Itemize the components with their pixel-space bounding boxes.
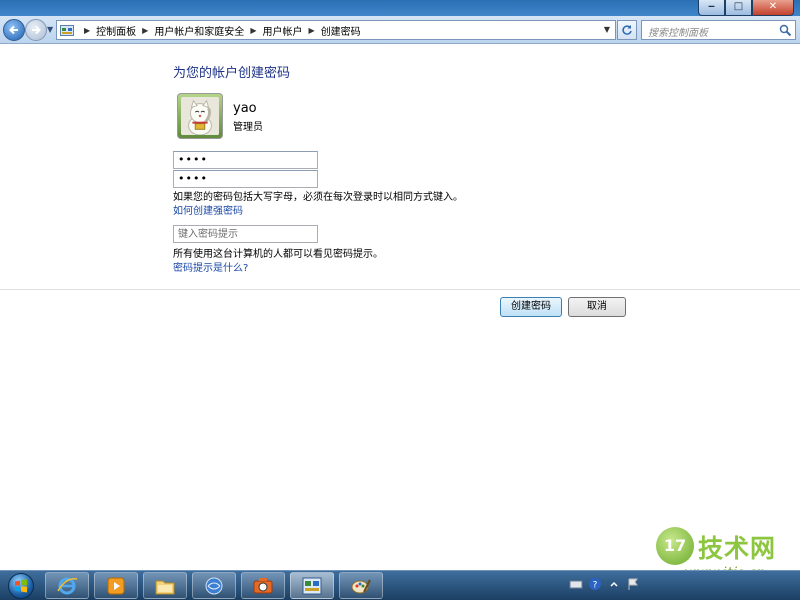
taskbar-network[interactable]: [192, 572, 236, 599]
taskbar-paint[interactable]: [339, 572, 383, 599]
new-password-field[interactable]: ••••: [173, 151, 318, 169]
taskbar-file-explorer[interactable]: [143, 572, 187, 599]
maximize-button[interactable]: □: [725, 0, 752, 16]
action-center-flag-icon[interactable]: [626, 577, 640, 591]
breadcrumb-separator: ▶: [84, 25, 91, 35]
strong-password-link[interactable]: 如何创建强密码: [173, 202, 243, 217]
address-bar[interactable]: ▶ 控制面板 ▶ 用户帐户和家庭安全 ▶ 用户帐户 ▶ 创建密码 ▼: [56, 20, 616, 40]
refresh-icon: [622, 25, 632, 35]
search-icon[interactable]: [779, 24, 792, 37]
search-placeholder: 搜索控制面板: [648, 28, 708, 39]
file-explorer-icon: [155, 580, 175, 594]
network-icon: [205, 577, 223, 594]
password-hint-help-link[interactable]: 密码提示是什么?: [173, 259, 248, 274]
window-controls: ‒ □ ✕: [698, 0, 794, 16]
close-button[interactable]: ✕: [752, 0, 794, 16]
breadcrumb-user-accounts[interactable]: 用户帐户: [262, 23, 302, 38]
control-panel-icon: [302, 577, 322, 594]
taskbar-camera-app[interactable]: [241, 572, 285, 599]
content-pane: 为您的帐户创建密码 yao 管理员 •••• •••• 如果您的密码包括大写字母…: [0, 45, 800, 581]
case-sensitivity-note: 如果您的密码包括大写字母，必须在每次登录时以相同方式键入。: [173, 192, 463, 203]
back-button[interactable]: [3, 19, 25, 41]
camera-app-icon: [253, 577, 273, 593]
arrow-left-icon: [9, 25, 18, 35]
taskbar-internet-explorer[interactable]: [45, 572, 89, 599]
navigation-bar: ▼ ▶ 控制面板 ▶ 用户帐户和家庭安全 ▶ 用户帐户 ▶ 创建密码 ▼ 搜索控…: [0, 16, 800, 44]
internet-explorer-icon: [57, 577, 78, 594]
breadcrumb-separator[interactable]: ▶: [250, 26, 256, 35]
divider: [0, 289, 800, 290]
keyboard-icon[interactable]: [569, 577, 583, 591]
breadcrumb-separator[interactable]: ▶: [142, 26, 148, 35]
breadcrumb-user-accounts-family-safety[interactable]: 用户帐户和家庭安全: [154, 23, 244, 38]
control-panel-small-icon: [60, 25, 74, 36]
refresh-button[interactable]: [617, 20, 637, 40]
tray-chevron-icon[interactable]: [607, 577, 621, 591]
window-title-bar: ‒ □ ✕: [0, 0, 800, 16]
help-icon[interactable]: ?: [588, 577, 602, 591]
breadcrumb-separator[interactable]: ▶: [308, 26, 314, 35]
paint-icon: [351, 579, 371, 593]
svg-text:?: ?: [593, 581, 598, 591]
recent-pages-dropdown[interactable]: ▼: [47, 25, 53, 34]
watermark-badge: 17: [656, 527, 694, 565]
taskbar-media-player[interactable]: [94, 572, 138, 599]
forward-button[interactable]: [25, 19, 47, 41]
hint-visibility-note: 所有使用这台计算机的人都可以看见密码提示。: [173, 249, 383, 260]
password-hint-input[interactable]: [173, 225, 318, 243]
cancel-button[interactable]: 取消: [568, 297, 626, 317]
confirm-password-field[interactable]: ••••: [173, 170, 318, 188]
user-role: 管理员: [233, 122, 263, 133]
watermark-text: 技术网: [698, 534, 777, 563]
start-button[interactable]: [3, 571, 39, 600]
windows-logo-icon: [8, 572, 34, 599]
lucky-cat-icon: [181, 97, 219, 135]
taskbar: ?: [0, 570, 800, 600]
system-tray: ?: [569, 577, 640, 591]
arrow-right-icon: [32, 25, 41, 35]
taskbar-control-panel[interactable]: [290, 572, 334, 599]
minimize-button[interactable]: ‒: [698, 0, 725, 16]
search-field[interactable]: 搜索控制面板: [641, 20, 796, 40]
breadcrumb-control-panel[interactable]: 控制面板: [96, 23, 136, 38]
create-password-button[interactable]: 创建密码: [500, 297, 562, 317]
address-dropdown[interactable]: ▼: [604, 25, 610, 34]
user-name: yao: [233, 101, 257, 116]
breadcrumb-create-password[interactable]: 创建密码: [321, 23, 361, 38]
media-player-icon: [107, 577, 125, 594]
lucky-cat-picture: [181, 97, 219, 135]
page-title: 为您的帐户创建密码: [173, 66, 291, 81]
user-avatar: [177, 93, 223, 139]
